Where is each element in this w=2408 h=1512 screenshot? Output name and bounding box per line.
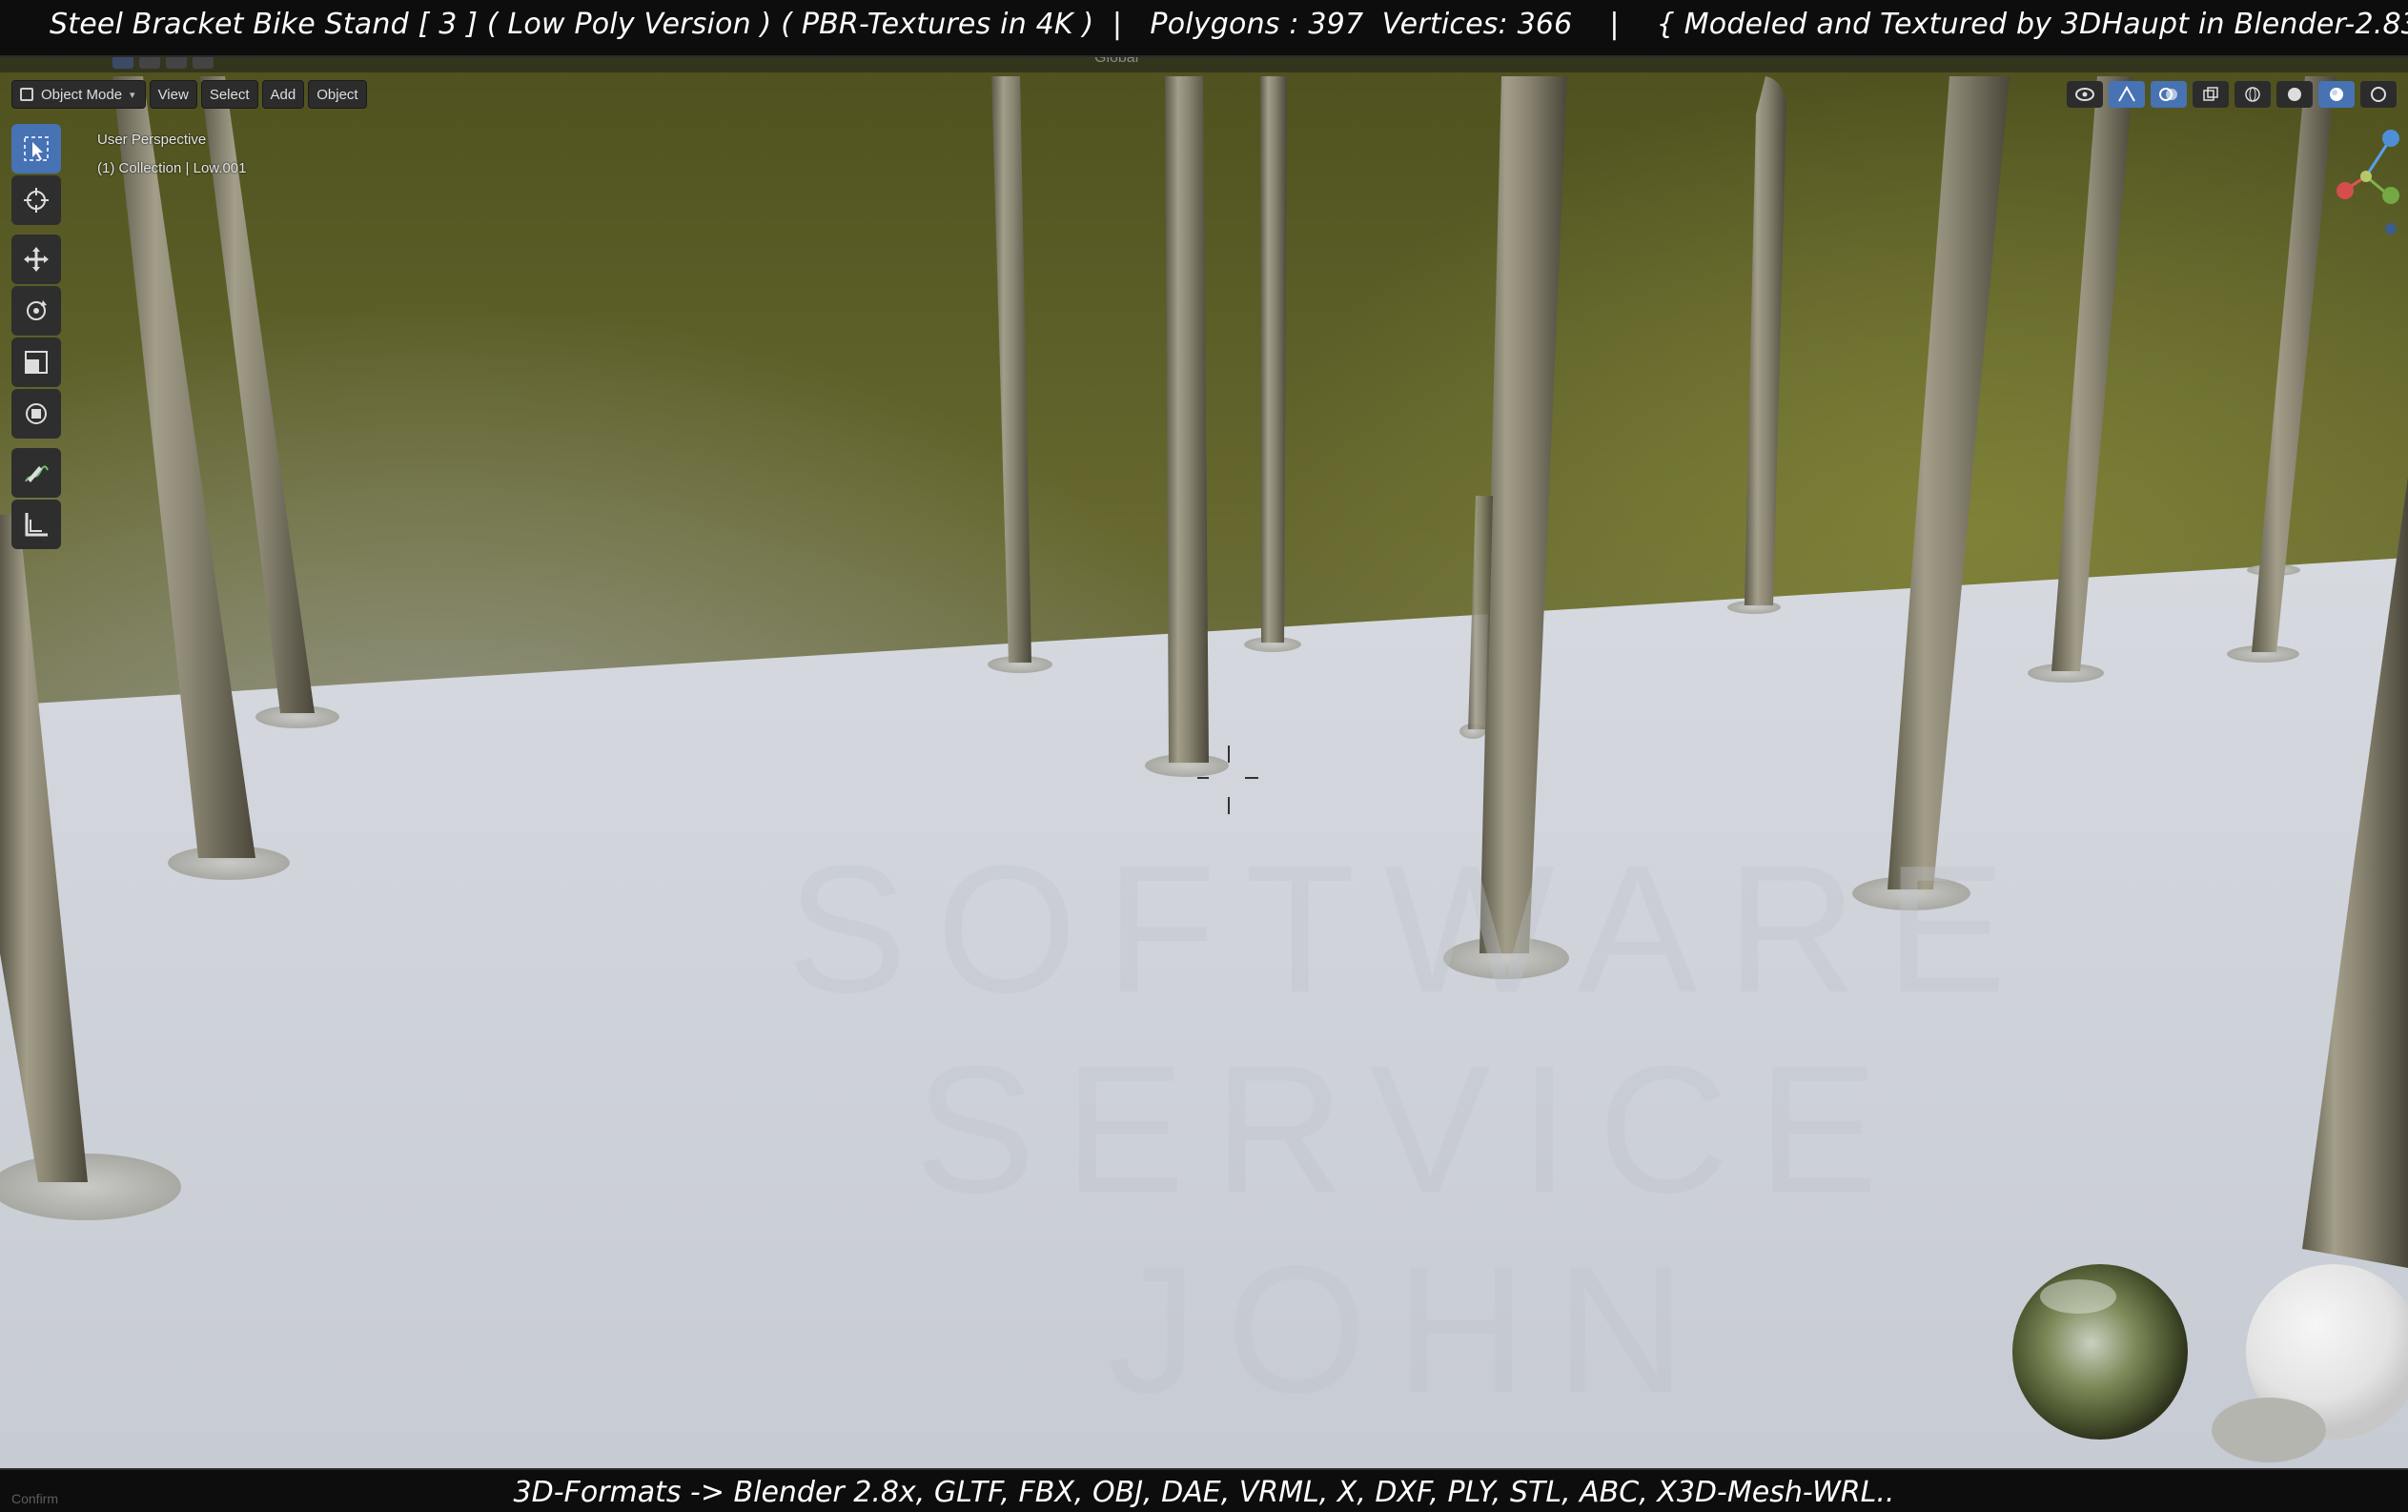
viewport-info: User Perspective (1) Collection | Low.00…	[97, 126, 246, 183]
neg-z-axis-icon	[2385, 223, 2397, 235]
wireframe-shading-button[interactable]	[2235, 81, 2271, 108]
visibility-button[interactable]	[2067, 81, 2103, 108]
scale-icon	[25, 351, 48, 374]
overlay-icon	[2159, 88, 2177, 101]
viewport-header: Object Mode ▾ View Select Add Object	[11, 80, 367, 109]
rotate-tool[interactable]	[11, 286, 61, 336]
title-caption-bar: Steel Bracket Bike Stand [ 3 ] ( Low Pol…	[0, 0, 2408, 57]
annotate-icon	[25, 465, 49, 482]
z-axis-icon	[2382, 130, 2399, 147]
cursor-tool[interactable]	[11, 175, 61, 225]
xray-toggle-button[interactable]	[2193, 81, 2229, 108]
view-name: User Perspective	[97, 132, 207, 148]
annotate-tool[interactable]	[11, 448, 61, 498]
solid-sphere-icon	[2288, 88, 2301, 101]
scale-tool[interactable]	[11, 337, 61, 387]
collection-info: (1) Collection | Low.001	[97, 160, 247, 176]
overlay-toggle-button[interactable]	[2151, 81, 2187, 108]
rotate-icon	[27, 300, 47, 320]
material-shading-button[interactable]	[2318, 81, 2355, 108]
viewport-shading-controls	[2067, 80, 2397, 109]
formats-caption-bar: Confirm 3D-Formats -> Blender 2.8x, GLTF…	[0, 1468, 2408, 1512]
title-caption: Steel Bracket Bike Stand [ 3 ] ( Low Pol…	[50, 8, 2408, 41]
formats-caption: 3D-Formats -> Blender 2.8x, GLTF, FBX, O…	[513, 1476, 1895, 1509]
xray-icon	[2203, 87, 2218, 101]
watermark-line-3: JOHN	[1107, 1229, 1714, 1431]
object-mode-icon	[20, 88, 33, 101]
eye-icon	[2075, 88, 2094, 101]
cursor-icon	[24, 188, 49, 213]
x-axis-icon	[2337, 182, 2354, 199]
gizmo-toggle-button[interactable]	[2109, 81, 2145, 108]
rendered-sphere-icon	[2371, 87, 2386, 102]
measure-tool[interactable]	[11, 500, 61, 549]
move-icon	[24, 247, 49, 272]
toolbar	[11, 124, 61, 551]
menu-object[interactable]: Object	[308, 80, 367, 109]
watermark-line-1: SOFTWARE	[786, 828, 2035, 1031]
menu-select[interactable]: Select	[200, 80, 258, 109]
object-mode-dropdown[interactable]: Object Mode ▾	[11, 80, 146, 109]
select-box-icon	[24, 136, 49, 161]
watermark-line-2: SERVICE	[915, 1029, 1908, 1231]
y-axis-icon	[2382, 187, 2399, 204]
menu-view[interactable]: View	[149, 80, 197, 109]
gizmo-icon	[2118, 86, 2135, 102]
transform-icon	[26, 403, 47, 424]
navigation-gizmo[interactable]	[2322, 124, 2408, 248]
transform-tool[interactable]	[11, 389, 61, 439]
3d-viewport[interactable]: SOFTWARE SERVICE JOHN Global Steel Brack…	[0, 0, 2408, 1512]
rendered-scene: SOFTWARE SERVICE JOHN	[0, 0, 2408, 1512]
wireframe-sphere-icon	[2245, 87, 2260, 102]
measure-icon	[25, 513, 48, 537]
select-box-tool[interactable]	[11, 124, 61, 174]
solid-shading-button[interactable]	[2276, 81, 2313, 108]
rendered-shading-button[interactable]	[2360, 81, 2397, 108]
chevron-down-icon: ▾	[130, 89, 135, 101]
move-tool[interactable]	[11, 235, 61, 284]
material-sphere-icon	[2330, 88, 2343, 101]
menu-add[interactable]: Add	[261, 80, 305, 109]
object-mode-label: Object Mode	[41, 86, 123, 103]
